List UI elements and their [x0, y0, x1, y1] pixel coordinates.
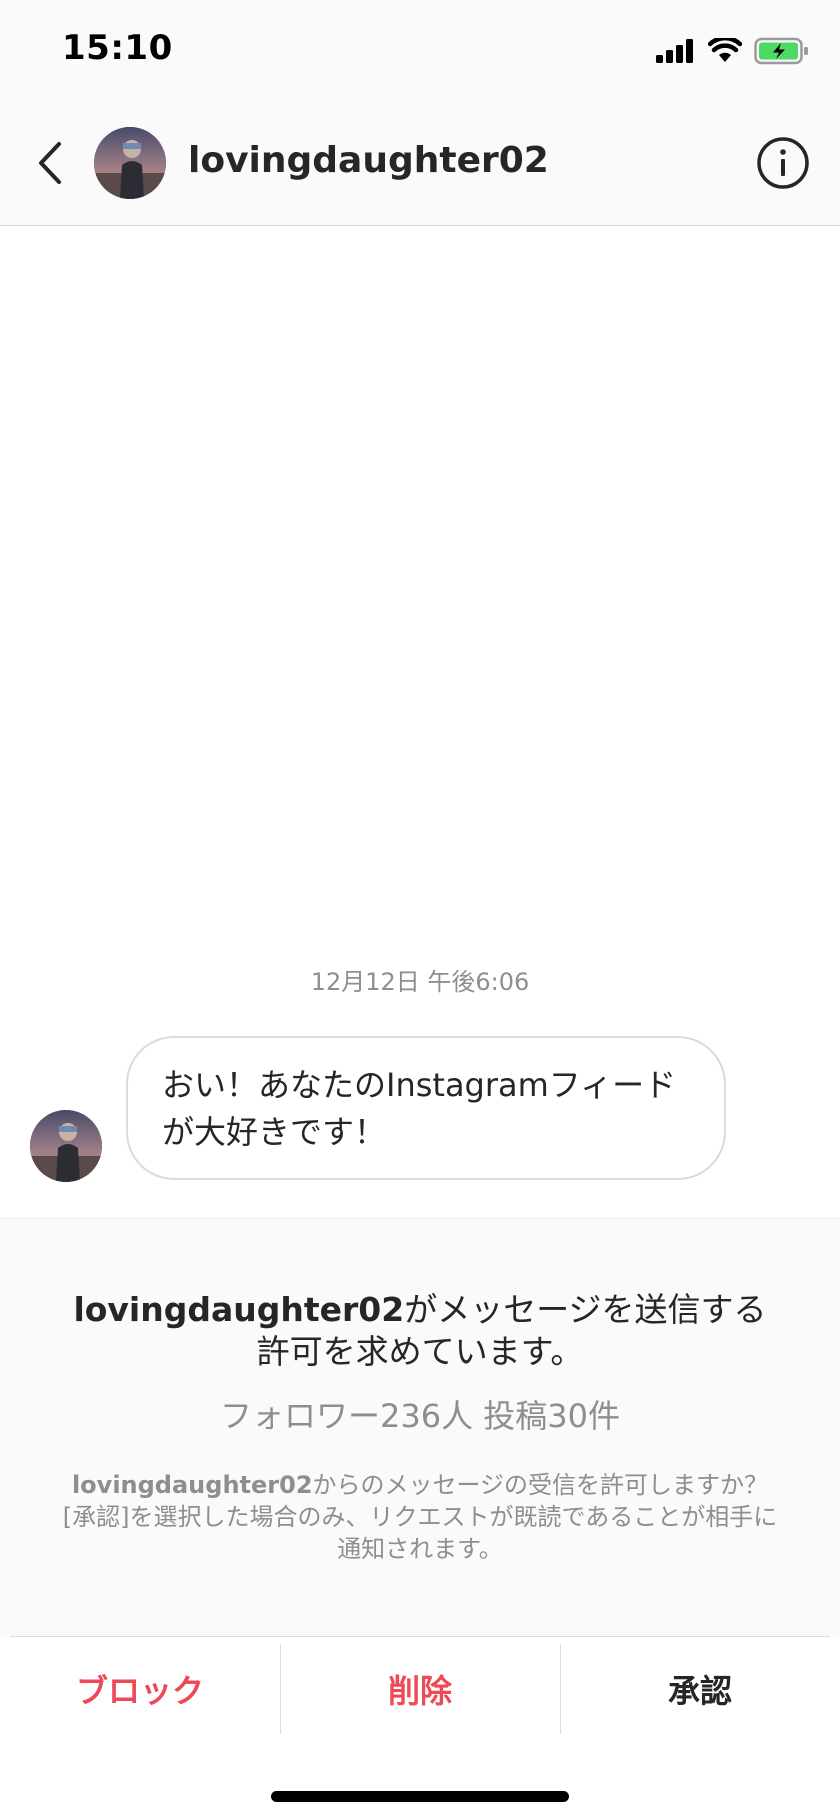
- message-bubble[interactable]: おい！あなたのInstagramフィード が大好きです！: [126, 1036, 726, 1180]
- sender-avatar[interactable]: [30, 1110, 102, 1182]
- battery-charging-icon: [754, 37, 808, 65]
- request-username[interactable]: lovingdaughter02: [73, 1290, 404, 1329]
- status-bar: 15:10: [0, 0, 840, 100]
- delete-button[interactable]: 削除: [280, 1644, 560, 1734]
- conversation-header: lovingdaughter02: [0, 100, 840, 226]
- chevron-left-icon: [39, 142, 61, 184]
- header-username[interactable]: lovingdaughter02: [188, 140, 549, 181]
- message-request-panel: lovingdaughter02がメッセージを送信する許可を求めています。 フォ…: [0, 1218, 840, 1639]
- request-note-username: lovingdaughter02: [71, 1471, 313, 1499]
- divider: [10, 1636, 830, 1637]
- message-timestamp: 12月12日 午後6:06: [310, 968, 530, 996]
- back-button[interactable]: [22, 130, 78, 196]
- request-stats: フォロワー236人 投稿30件: [220, 1397, 620, 1435]
- message-text-line: が大好きです！: [162, 1113, 387, 1151]
- home-indicator[interactable]: [271, 1791, 569, 1802]
- message-text-line: おい！あなたのInstagramフィード: [162, 1066, 677, 1104]
- avatar-photo: [94, 127, 166, 199]
- request-actions: ブロック 削除 承認: [0, 1636, 840, 1819]
- message-thread[interactable]: 12月12日 午後6:06 おい！あなたのInstagramフィード が大好きで…: [0, 226, 840, 1218]
- accept-button[interactable]: 承認: [560, 1644, 840, 1734]
- request-note: lovingdaughter02からのメッセージの受信を許可しますか？[承認]を…: [60, 1469, 780, 1565]
- header-avatar[interactable]: [94, 127, 166, 199]
- avatar-photo: [30, 1110, 102, 1182]
- status-icons: [656, 34, 810, 68]
- signal-icon: [656, 39, 693, 63]
- info-icon[interactable]: [756, 136, 810, 190]
- status-time: 15:10: [62, 28, 173, 68]
- block-button[interactable]: ブロック: [0, 1644, 280, 1734]
- request-title: lovingdaughter02がメッセージを送信する許可を求めています。: [60, 1289, 780, 1373]
- wifi-icon: [708, 38, 742, 62]
